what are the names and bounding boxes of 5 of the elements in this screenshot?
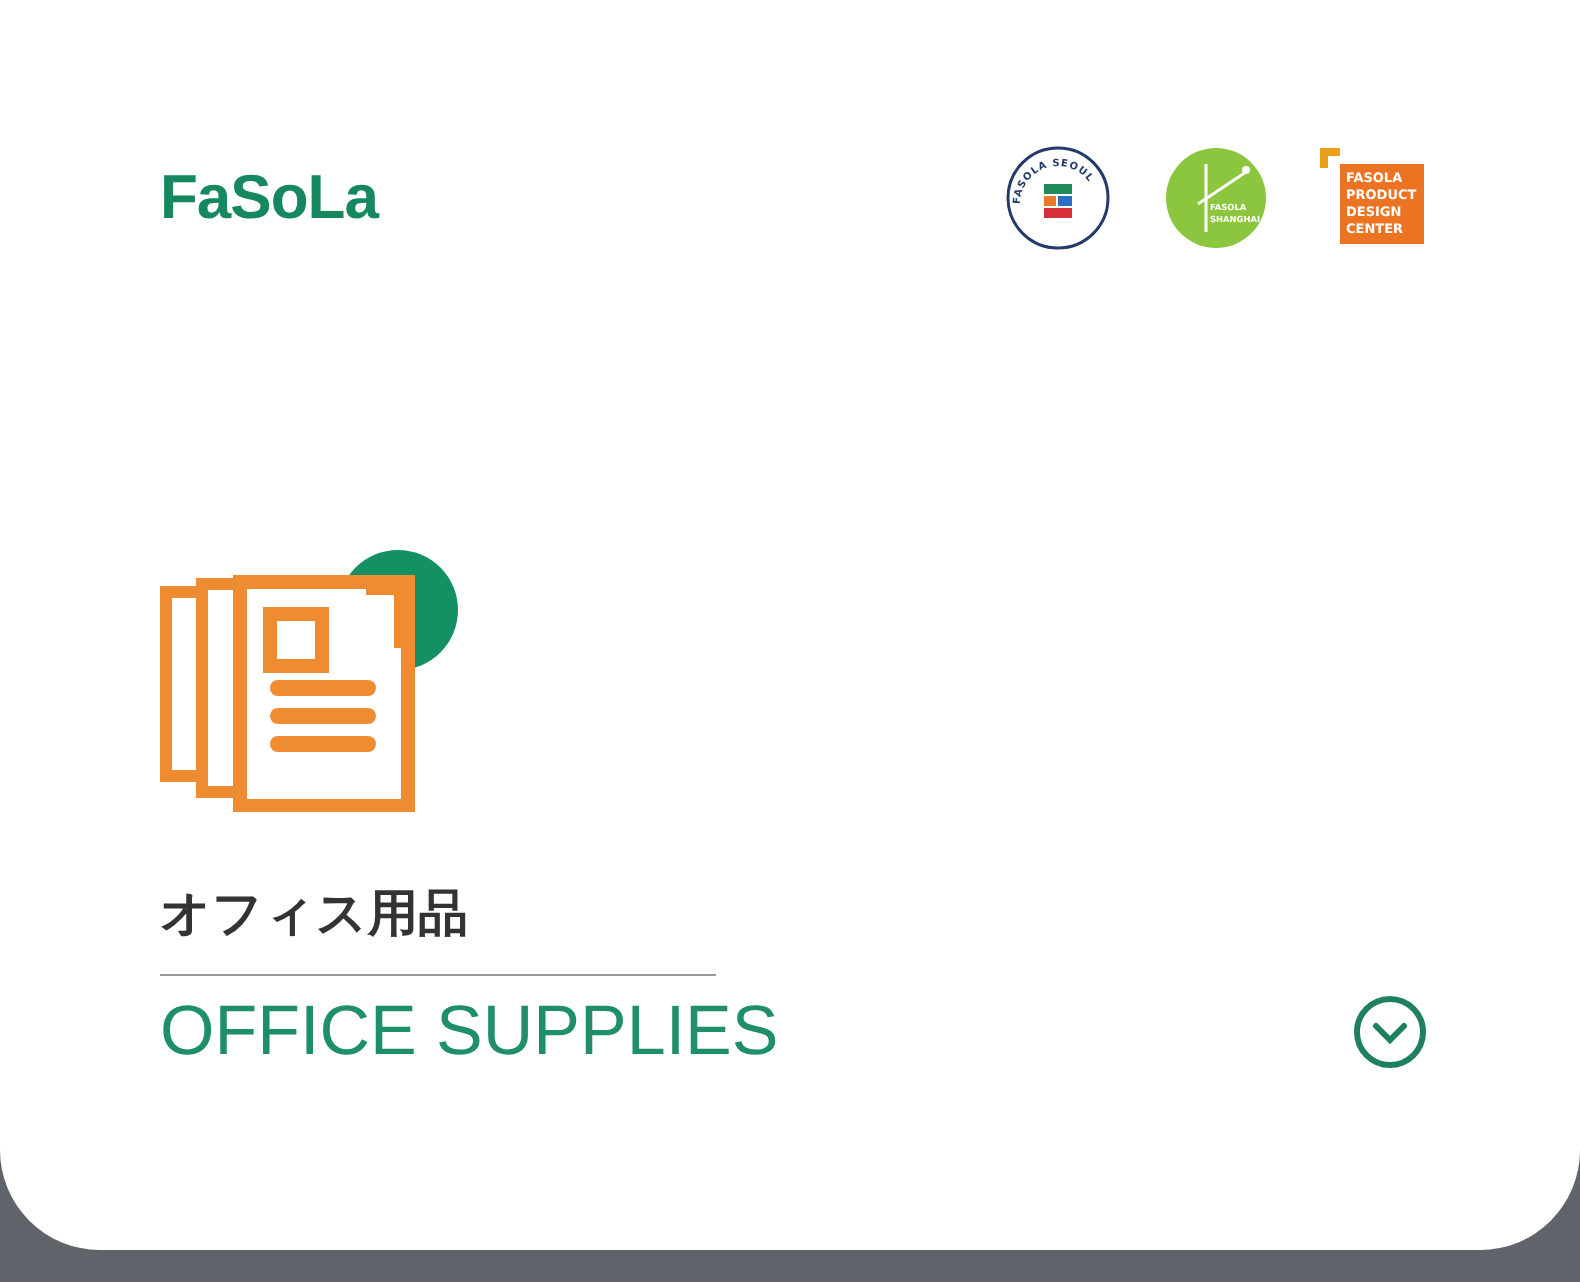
brand-logo: FaSoLa <box>160 162 378 234</box>
category-title: オフィス用品 <box>160 882 468 946</box>
documents-icon <box>160 548 460 812</box>
category-subtitle: OFFICE SUPPLIES <box>160 992 779 1072</box>
expand-button[interactable] <box>1352 994 1428 1070</box>
